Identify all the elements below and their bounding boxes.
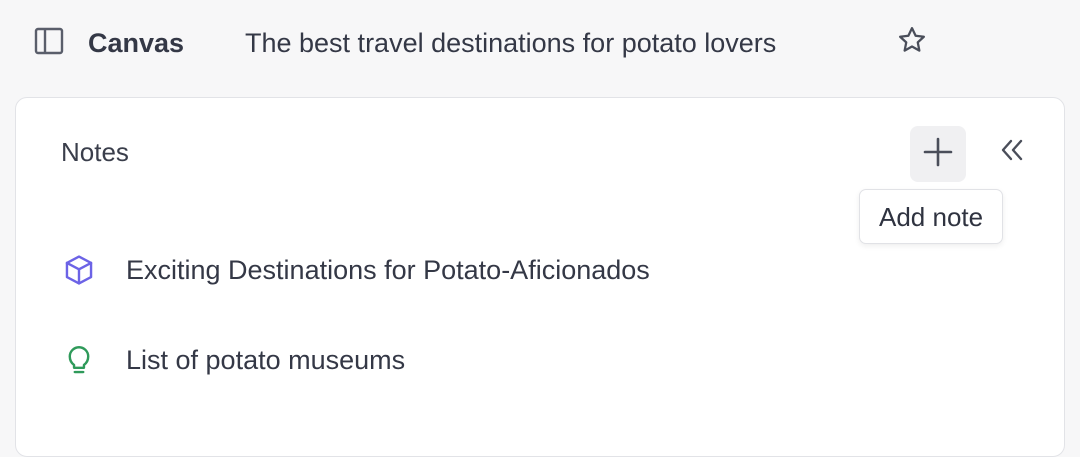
note-item-label: Exciting Destinations for Potato-Aficion… (126, 254, 650, 285)
top-bar: Canvas The best travel destinations for … (0, 0, 1080, 86)
sidebar-toggle-button[interactable] (30, 26, 68, 60)
double-chevron-left-icon (998, 137, 1026, 168)
notes-panel: Notes Add note Exciting Destinations for (15, 97, 1065, 457)
star-outline-icon (896, 25, 928, 60)
lightbulb-icon (56, 340, 102, 380)
note-item[interactable]: List of potato museums (56, 335, 1016, 385)
app-name: Canvas (88, 28, 185, 58)
plus-icon (922, 136, 954, 173)
collapse-panel-button[interactable] (992, 130, 1032, 174)
note-item-label: List of potato museums (126, 344, 406, 375)
notes-panel-title: Notes (61, 137, 129, 167)
favorite-button[interactable] (893, 24, 931, 60)
add-note-button[interactable] (910, 126, 966, 182)
note-item[interactable]: Exciting Destinations for Potato-Aficion… (56, 245, 1016, 295)
cube-icon (56, 250, 102, 290)
document-title[interactable]: The best travel destinations for potato … (245, 24, 776, 62)
sidebar-panel-icon (34, 27, 64, 60)
add-note-tooltip: Add note (859, 189, 1004, 244)
